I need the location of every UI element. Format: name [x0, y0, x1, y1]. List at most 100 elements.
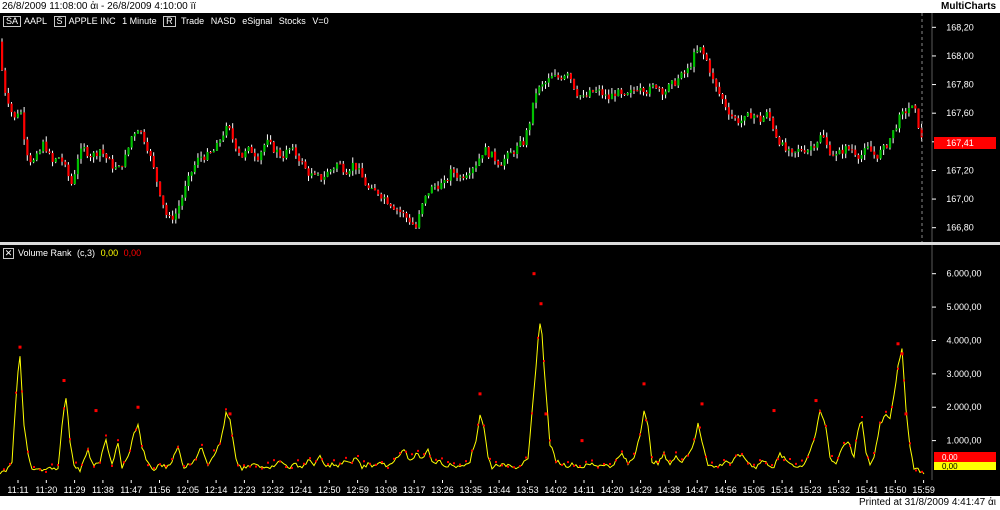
candle-up [177, 205, 181, 214]
candle-up [835, 153, 838, 156]
volume-dot [855, 439, 857, 442]
candle-up [797, 148, 800, 152]
candle-up [911, 105, 914, 108]
candle-down [803, 150, 806, 153]
candle-up [809, 146, 813, 151]
field-category: Stocks [278, 16, 306, 26]
candle-down [111, 159, 114, 169]
candle-up [604, 94, 607, 96]
volume-dot [45, 470, 47, 473]
volume-dot [429, 455, 431, 458]
volume-dot [453, 462, 455, 465]
volume-dot [627, 462, 629, 465]
time-tick-label: 15:23 [799, 485, 822, 495]
volume-peak-dot [532, 272, 536, 276]
candle-up [73, 174, 76, 185]
candle-down [108, 158, 111, 160]
resolution-label: 1 Minute [122, 16, 157, 26]
field-datafeed: eSignal [242, 16, 273, 26]
sa-button[interactable]: SA [3, 16, 22, 27]
candle-down [304, 161, 307, 169]
volume-dot [789, 458, 791, 461]
price-tick-label: 167,20 [946, 165, 974, 175]
close-icon[interactable]: ✕ [3, 248, 14, 260]
volume-dot [21, 390, 23, 393]
time-tick-label: 14:02 [544, 485, 567, 495]
price-pane[interactable]: 168,20168,00167,80167,60167,40167,20167,… [0, 13, 1000, 242]
candle-down [873, 151, 876, 155]
volume-dot [159, 463, 161, 466]
candle-down [95, 152, 98, 157]
volume-dot [669, 459, 671, 462]
candle-down [4, 70, 7, 93]
candle-up [689, 66, 693, 69]
candle-up [588, 90, 591, 97]
candle-up [266, 139, 269, 145]
candle-up [19, 112, 23, 114]
candle-up [326, 171, 329, 177]
candle-down [708, 60, 712, 73]
candle-down [405, 213, 408, 218]
candle-down [64, 161, 67, 165]
candle-up [351, 162, 354, 171]
time-tick-label: 14:29 [629, 485, 652, 495]
candle-up [117, 165, 121, 168]
candle-up [866, 146, 870, 149]
volume-dot [795, 462, 797, 465]
candle-up [418, 214, 421, 228]
candle-down [392, 206, 396, 210]
candle-down [734, 116, 737, 119]
s-button[interactable]: S [53, 16, 66, 27]
candle-down [269, 139, 272, 143]
volume-dot [477, 423, 479, 426]
price-chart[interactable]: 168,20168,00167,80167,60167,40167,20167,… [0, 13, 1000, 242]
candle-down [10, 103, 13, 113]
candle-down [636, 90, 639, 92]
candle-up [541, 84, 544, 87]
candle-up [651, 85, 655, 87]
volume-dot [153, 467, 155, 470]
candle-up [459, 176, 462, 178]
volume-chart[interactable]: 1.000,00 2.000,00 3.000,00 4.000,00 5.000,00… [0, 245, 1000, 480]
volume-pane[interactable]: 1.000,00 2.000,00 3.000,00 4.000,00 5.000,00… [0, 245, 1000, 480]
volume-header: ✕ Volume Rank (c,3) 0,00 0,00 [3, 248, 141, 260]
candle-up [699, 47, 702, 51]
candle-down [737, 118, 740, 124]
volume-rank-line [0, 323, 925, 475]
candle-down [61, 157, 64, 162]
candle-up [535, 93, 538, 103]
candle-up [762, 117, 765, 122]
chart-window[interactable]: 168,20168,00167,80167,60167,40167,20167,… [0, 13, 1000, 496]
volume-dot [741, 452, 743, 455]
volume-dot [111, 464, 113, 467]
volume-dot [363, 460, 365, 463]
candle-down [456, 172, 459, 178]
volume-dot [15, 391, 17, 394]
candle-down [48, 151, 51, 154]
time-tick-label: 13:26 [431, 485, 454, 495]
volume-dot [783, 459, 785, 462]
candle-down [165, 204, 168, 216]
candle-down [149, 150, 152, 156]
volume-dot [837, 457, 839, 460]
volume-dot [609, 462, 611, 465]
field-exchange: NASD [210, 16, 236, 26]
volume-tick-label: 2.000,00 [946, 402, 981, 412]
candle-down [29, 155, 32, 163]
volume-dot [603, 462, 605, 465]
candle-up [433, 185, 437, 187]
volume-axis: 1.000,00 2.000,00 3.000,00 4.000,00 5.000,00… [932, 269, 982, 446]
candle-up [244, 151, 247, 158]
candle-up [478, 158, 481, 166]
time-tick-label: 14:38 [658, 485, 681, 495]
candle-down [345, 172, 348, 175]
volume-dot [657, 461, 659, 464]
volume-dot [285, 465, 287, 468]
volume-dot [819, 410, 821, 413]
candle-up [383, 197, 386, 199]
last-vol-yellow-value: 0,00 [942, 462, 958, 471]
volume-dot [729, 463, 731, 466]
volume-dot [765, 462, 767, 465]
volume-dot [171, 458, 173, 461]
r-button[interactable]: R [163, 16, 176, 27]
